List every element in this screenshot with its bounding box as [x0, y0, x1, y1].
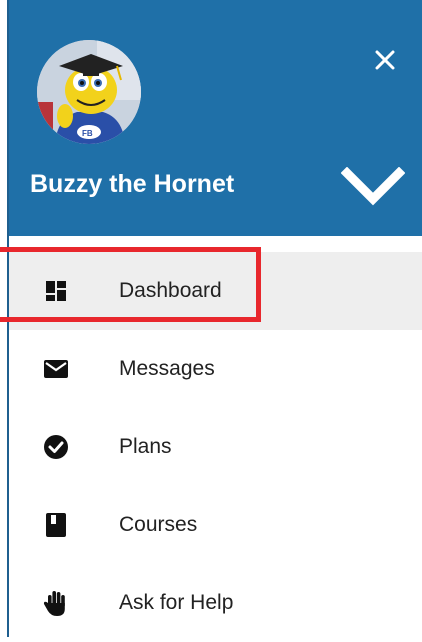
nav-item-plans[interactable]: Plans	[9, 408, 422, 486]
nav-item-messages[interactable]: Messages	[9, 330, 422, 408]
svg-text:FB: FB	[82, 129, 93, 138]
nav-item-label: Ask for Help	[119, 591, 234, 614]
avatar: FB	[37, 40, 141, 144]
profile-header: FB Buzzy the Hornet	[9, 0, 422, 236]
nav-item-label: Plans	[119, 435, 172, 458]
nav-item-ask-for-help[interactable]: Ask for Help	[9, 564, 422, 642]
nav-item-label: Dashboard	[119, 279, 222, 302]
close-button[interactable]	[365, 40, 405, 80]
book-icon	[41, 510, 71, 540]
close-icon	[375, 50, 395, 70]
envelope-icon	[41, 354, 71, 384]
nav-menu: Dashboard Messages Plans Courses Ask for…	[9, 252, 422, 642]
nav-item-dashboard[interactable]: Dashboard	[9, 252, 422, 330]
nav-item-courses[interactable]: Courses	[9, 486, 422, 564]
user-name: Buzzy the Hornet	[30, 170, 235, 198]
navigation-drawer: FB Buzzy the Hornet Dashboard Messages P…	[0, 0, 422, 637]
chevron-down-icon	[341, 167, 405, 206]
check-circle-icon	[41, 432, 71, 462]
nav-item-label: Messages	[119, 357, 215, 380]
nav-item-label: Courses	[119, 513, 198, 536]
expand-profile-button[interactable]	[337, 162, 409, 212]
hand-icon	[41, 588, 71, 618]
dashboard-icon	[41, 276, 71, 306]
